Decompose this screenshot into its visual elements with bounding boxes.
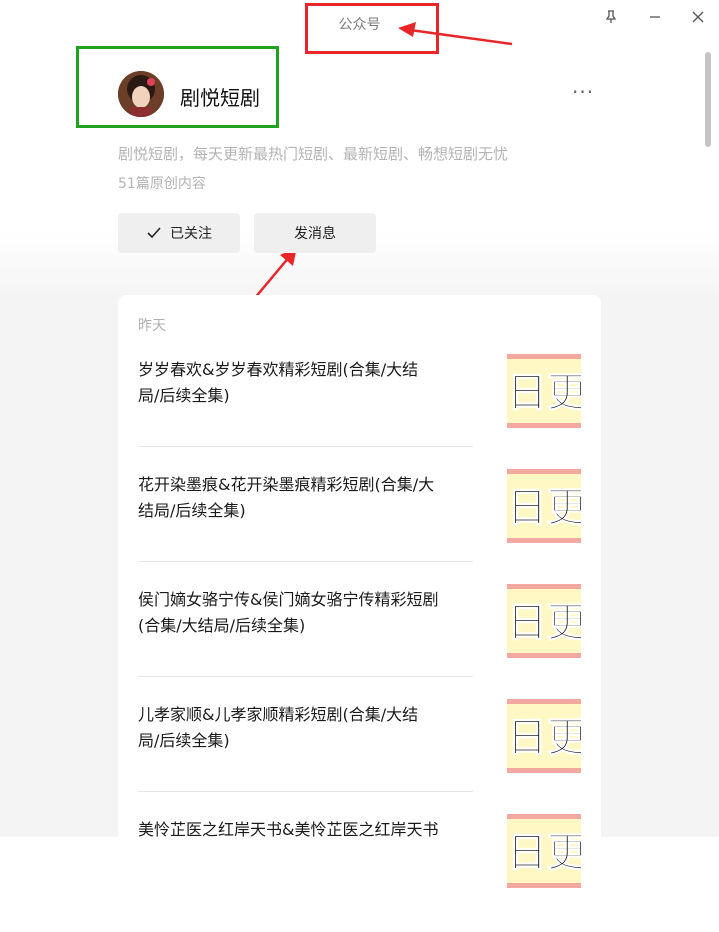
article-thumbnail: 日更	[507, 469, 581, 543]
date-label: 昨天	[138, 318, 166, 334]
svg-text:日更: 日更	[507, 600, 581, 646]
svg-text:日更: 日更	[507, 715, 581, 761]
article-count: 51篇原创内容	[118, 176, 206, 192]
article-item[interactable]: 侯门嫡女骆宁传&侯门嫡女骆宁传精彩短剧 (合集/大结局/后续全集) 日更	[138, 584, 581, 702]
article-thumbnail: 日更	[507, 814, 581, 888]
account-description: 剧悦短剧，每天更新最热门短剧、最新短剧、畅想短剧无忧	[118, 145, 509, 163]
article-thumbnail: 日更	[507, 584, 581, 658]
article-item[interactable]: 美怜芷医之红岸天书&美怜芷医之红岸天书 日更	[138, 814, 581, 932]
article-title: 岁岁春欢&岁岁春欢精彩短剧(合集/大结 局/后续全集)	[138, 360, 419, 405]
divider	[138, 676, 473, 677]
svg-text:日更: 日更	[507, 370, 581, 416]
article-thumbnail: 日更	[507, 354, 581, 428]
send-message-label: 发消息	[294, 226, 336, 242]
article-item[interactable]: 岁岁春欢&岁岁春欢精彩短剧(合集/大结 局/后续全集) 日更	[138, 354, 581, 472]
more-options-icon[interactable]: ···	[572, 80, 594, 104]
article-item[interactable]: 花开染墨痕&花开染墨痕精彩短剧(合集/大 结局/后续全集) 日更	[138, 469, 581, 587]
article-title: 美怜芷医之红岸天书&美怜芷医之红岸天书	[138, 820, 439, 839]
divider	[138, 561, 473, 562]
article-title: 侯门嫡女骆宁传&侯门嫡女骆宁传精彩短剧 (合集/大结局/后续全集)	[138, 590, 439, 635]
article-item[interactable]: 儿孝家顺&儿孝家顺精彩短剧(合集/大结 局/后续全集) 日更	[138, 699, 581, 817]
avatar[interactable]	[118, 71, 164, 117]
article-title: 儿孝家顺&儿孝家顺精彩短剧(合集/大结 局/后续全集)	[138, 705, 419, 750]
article-thumbnail: 日更	[507, 699, 581, 773]
article-title: 花开染墨痕&花开染墨痕精彩短剧(合集/大 结局/后续全集)	[138, 475, 435, 520]
divider	[138, 791, 473, 792]
follow-label: 已关注	[170, 226, 212, 242]
divider	[138, 446, 473, 447]
scrollbar-thumb[interactable]	[705, 52, 711, 147]
follow-button[interactable]: 已关注	[118, 213, 240, 253]
send-message-button[interactable]: 发消息	[254, 213, 376, 253]
article-list-card: 昨天 岁岁春欢&岁岁春欢精彩短剧(合集/大结 局/后续全集) 日更 花开染墨痕&花…	[118, 295, 601, 888]
check-icon	[147, 227, 161, 239]
svg-text:日更: 日更	[507, 485, 581, 531]
account-name: 剧悦短剧	[180, 86, 260, 110]
